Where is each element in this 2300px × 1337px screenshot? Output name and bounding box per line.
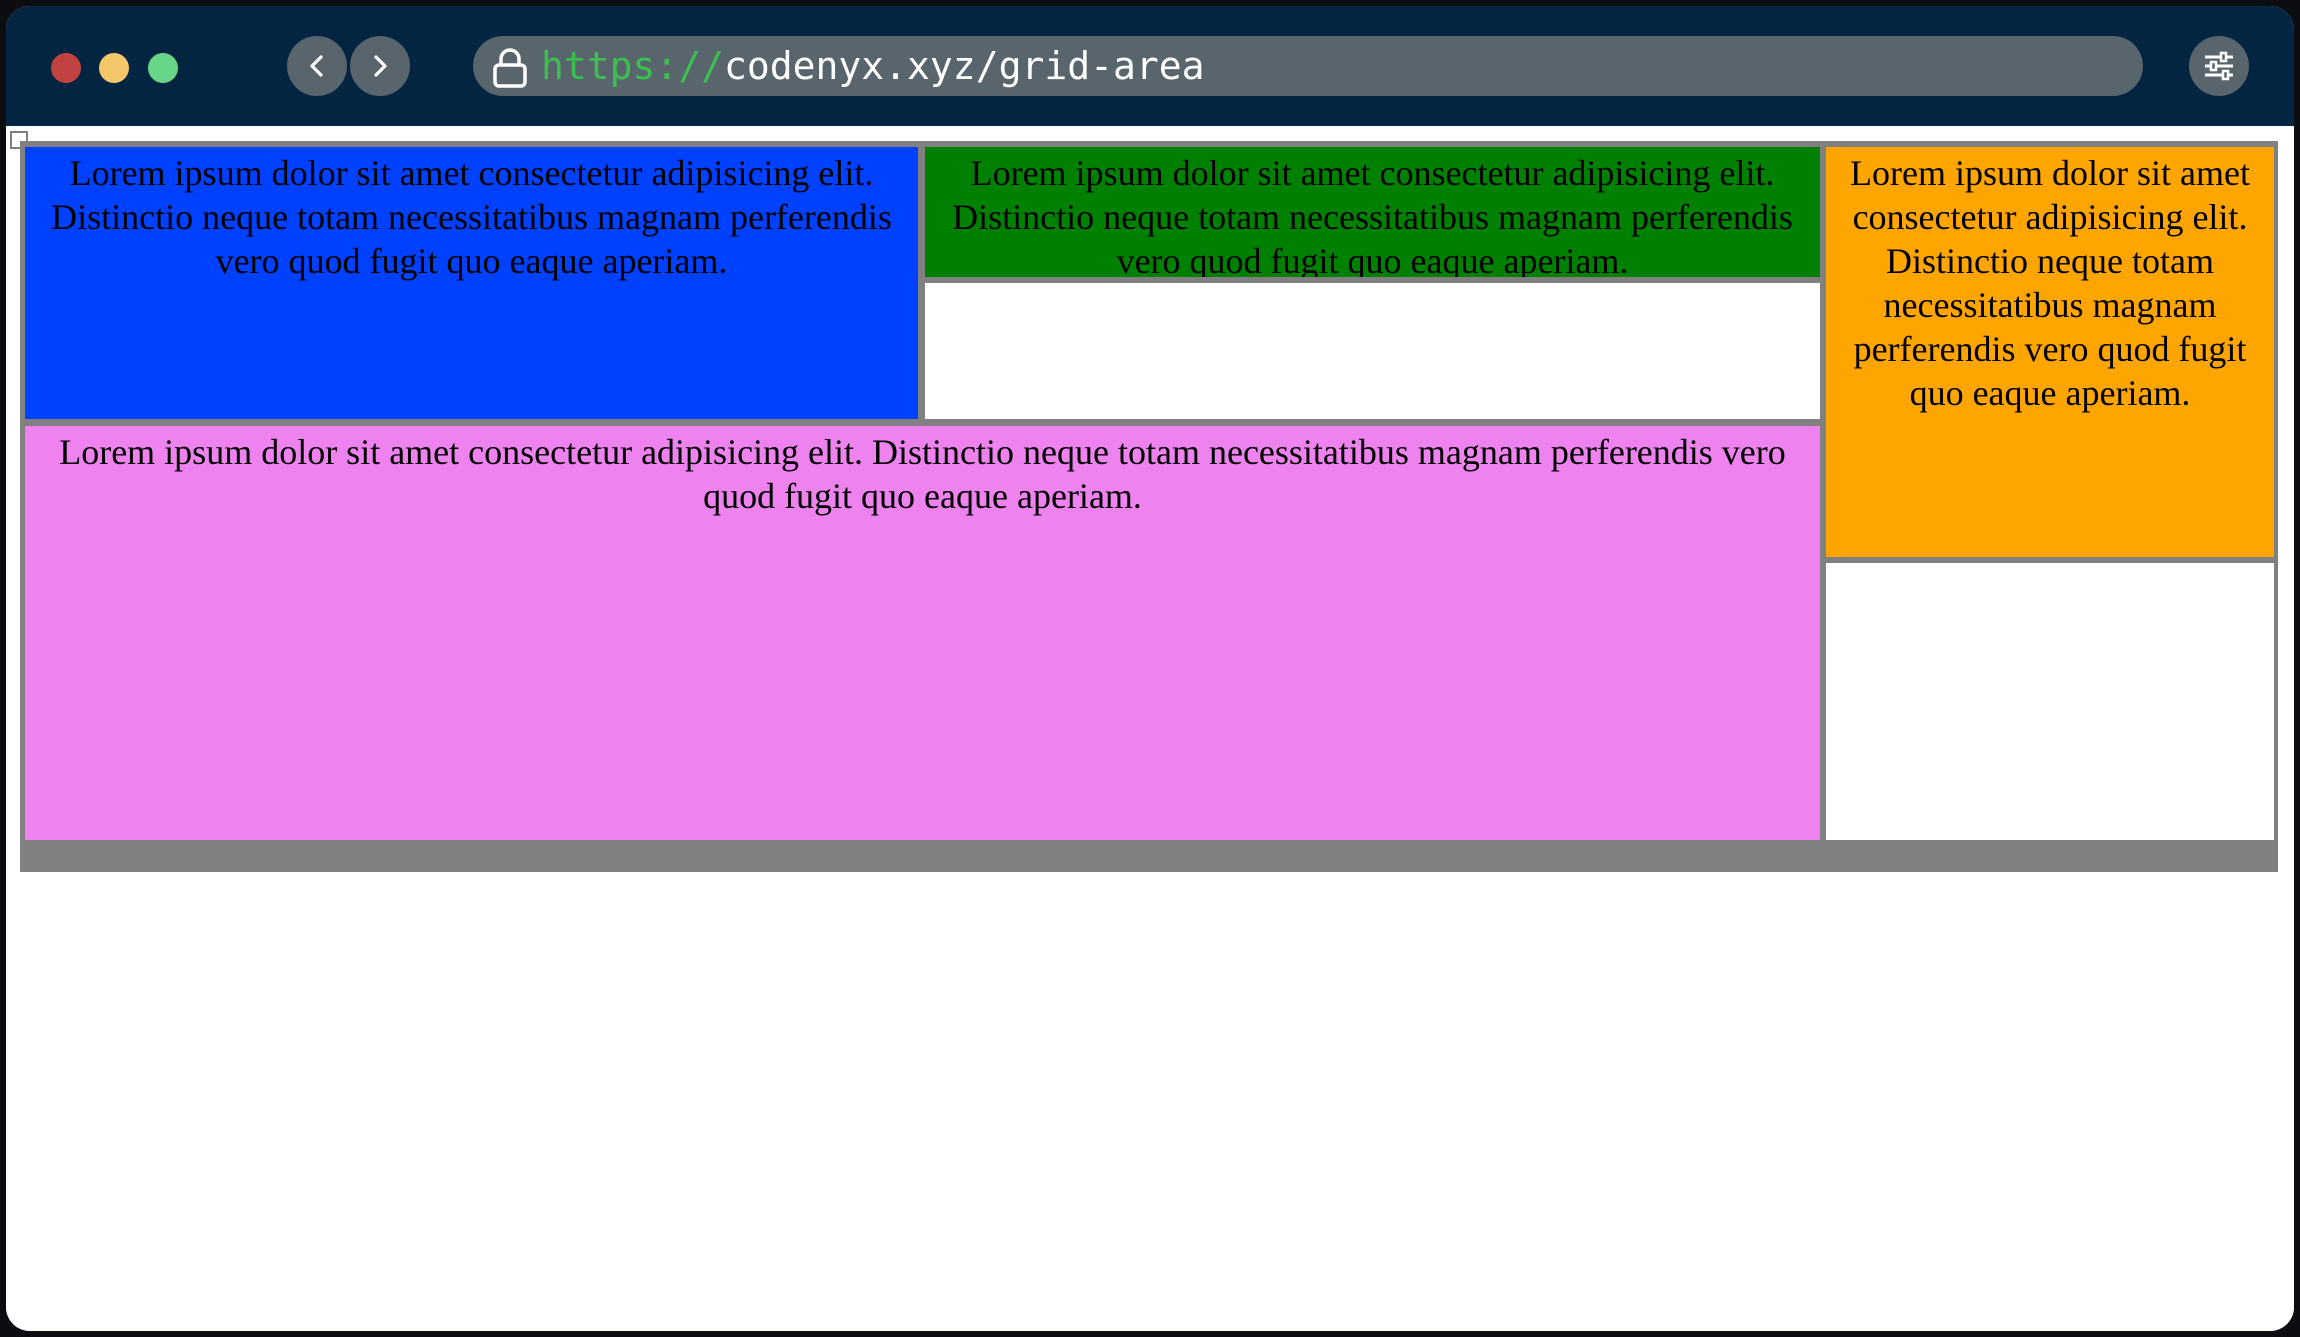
url-protocol: https:// [541,44,725,88]
grid-item-2: Lorem ipsum dolor sit amet consectetur a… [925,147,1820,277]
chevron-right-icon [374,55,387,77]
grid-container: Lorem ipsum dolor sit amet consectetur a… [20,141,2278,872]
url-path: codenyx.xyz/grid-area [724,44,1205,88]
url-text: https://codenyx.xyz/grid-area [541,36,1204,96]
sliders-icon [2205,51,2233,81]
browser-titlebar: https://codenyx.xyz/grid-area [6,6,2294,126]
lock-icon [493,48,527,88]
settings-button[interactable] [2189,36,2249,96]
back-button[interactable] [287,36,347,96]
grid-item-4: Lorem ipsum dolor sit amet consectetur a… [25,426,1820,840]
address-bar[interactable]: https://codenyx.xyz/grid-area [473,36,2143,96]
chevron-left-icon [310,55,323,77]
empty-grid-area [1826,563,2274,840]
browser-window: https://codenyx.xyz/grid-area Lorem ipsu… [6,6,2294,1331]
grid-item-1: Lorem ipsum dolor sit amet consectetur a… [25,147,918,419]
minimize-window-button[interactable] [99,53,129,83]
grid-item-3: Lorem ipsum dolor sit amet consectetur a… [1826,147,2274,557]
maximize-window-button[interactable] [148,53,178,83]
close-window-button[interactable] [51,53,81,83]
forward-button[interactable] [350,36,410,96]
empty-grid-area [925,283,1820,419]
page-content: Lorem ipsum dolor sit amet consectetur a… [6,126,2294,1331]
